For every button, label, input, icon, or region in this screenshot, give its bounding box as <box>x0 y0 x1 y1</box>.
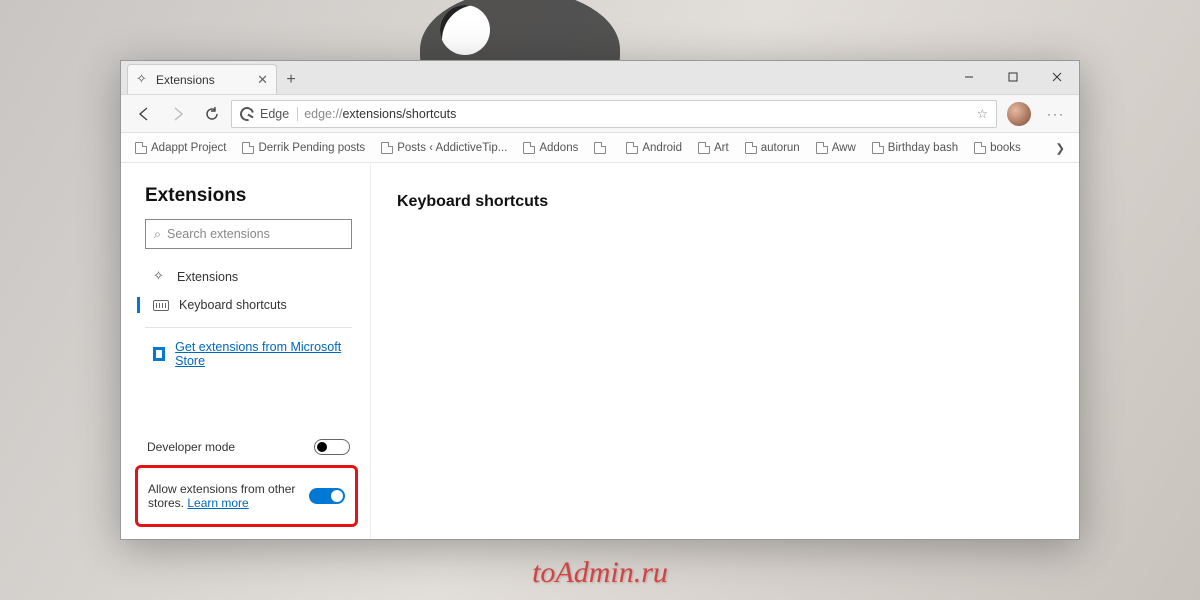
watermark-text: toAdmin.ru <box>532 556 668 590</box>
page-icon <box>594 142 606 154</box>
new-tab-button[interactable]: + <box>277 66 305 94</box>
tab-title: Extensions <box>156 73 215 87</box>
bookmark-item[interactable] <box>588 140 616 156</box>
page-icon <box>523 142 535 154</box>
bookmark-item[interactable]: books <box>968 140 1027 156</box>
close-tab-icon[interactable]: ✕ <box>257 72 268 88</box>
bookmark-item[interactable]: Derrik Pending posts <box>236 140 371 156</box>
edge-icon <box>237 104 256 123</box>
learn-more-link[interactable]: Learn more <box>187 496 248 510</box>
developer-mode-toggle[interactable] <box>314 439 350 455</box>
bookmark-item[interactable]: Android <box>620 140 688 156</box>
bookmarks-bar: Adappt Project Derrik Pending posts Post… <box>121 133 1079 163</box>
sidebar-item-extensions[interactable]: Extensions <box>145 263 352 291</box>
page-icon <box>381 142 393 154</box>
maximize-button[interactable] <box>991 60 1035 94</box>
bookmark-item[interactable]: Aww <box>810 140 862 156</box>
minimize-button[interactable] <box>947 60 991 94</box>
toolbar: Edge edge://extensions/shortcuts ☆ ··· <box>121 95 1079 133</box>
content-area: Extensions ⌕ Search extensions Extension… <box>121 163 1079 539</box>
highlight-annotation: Allow extensions from other stores. Lear… <box>135 465 358 527</box>
more-menu-button[interactable]: ··· <box>1041 107 1071 121</box>
microsoft-store-link[interactable]: Get extensions from Microsoft Store <box>175 340 348 368</box>
close-window-button[interactable] <box>1035 60 1079 94</box>
forward-button[interactable] <box>163 99 193 129</box>
search-placeholder: Search extensions <box>167 227 270 241</box>
browser-window: Extensions ✕ + Edge edge://extensions/sh… <box>120 60 1080 540</box>
bookmarks-overflow-button[interactable]: ❯ <box>1049 141 1071 155</box>
page-icon <box>974 142 986 154</box>
divider <box>145 327 352 328</box>
allow-other-stores-toggle[interactable] <box>309 488 345 504</box>
page-icon <box>135 142 147 154</box>
bookmark-item[interactable]: Posts ‹ AddictiveTip... <box>375 140 513 156</box>
page-icon <box>242 142 254 154</box>
bookmark-item[interactable]: Adappt Project <box>129 140 232 156</box>
search-icon: ⌕ <box>154 227 161 242</box>
main-heading: Keyboard shortcuts <box>397 193 1053 211</box>
main-pane: Keyboard shortcuts <box>371 163 1079 539</box>
developer-mode-row: Developer mode <box>145 431 352 463</box>
extensions-icon <box>153 270 167 284</box>
allow-other-stores-label: Allow extensions from other stores. Lear… <box>148 482 301 510</box>
bookmark-item[interactable]: autorun <box>739 140 806 156</box>
page-icon <box>872 142 884 154</box>
bookmark-item[interactable]: Birthday bash <box>866 140 964 156</box>
address-bar[interactable]: Edge edge://extensions/shortcuts ☆ <box>231 100 997 128</box>
page-icon <box>626 142 638 154</box>
page-title: Extensions <box>145 185 352 207</box>
sidebar-item-label: Extensions <box>177 270 238 284</box>
store-link-row: Get extensions from Microsoft Store <box>145 336 352 372</box>
extensions-icon <box>136 73 150 87</box>
allow-other-stores-row: Allow extensions from other stores. Lear… <box>146 474 347 518</box>
browser-tab[interactable]: Extensions ✕ <box>127 64 277 94</box>
window-controls <box>947 60 1079 94</box>
search-input[interactable]: ⌕ Search extensions <box>145 219 352 249</box>
url-text: edge://extensions/shortcuts <box>304 107 456 121</box>
page-icon <box>698 142 710 154</box>
page-icon <box>816 142 828 154</box>
sidebar: Extensions ⌕ Search extensions Extension… <box>121 163 371 539</box>
sidebar-item-shortcuts[interactable]: Keyboard shortcuts <box>145 291 352 319</box>
sidebar-item-label: Keyboard shortcuts <box>179 298 287 312</box>
bookmark-item[interactable]: Art <box>692 140 735 156</box>
page-icon <box>745 142 757 154</box>
developer-mode-label: Developer mode <box>147 440 235 454</box>
scheme-label: Edge <box>260 107 298 121</box>
back-button[interactable] <box>129 99 159 129</box>
store-icon <box>153 347 165 361</box>
refresh-button[interactable] <box>197 99 227 129</box>
bookmark-item[interactable]: Addons <box>517 140 584 156</box>
keyboard-icon <box>153 300 169 311</box>
favorite-star-icon[interactable]: ☆ <box>977 106 988 121</box>
titlebar: Extensions ✕ + <box>121 61 1079 95</box>
profile-avatar[interactable] <box>1007 102 1031 126</box>
